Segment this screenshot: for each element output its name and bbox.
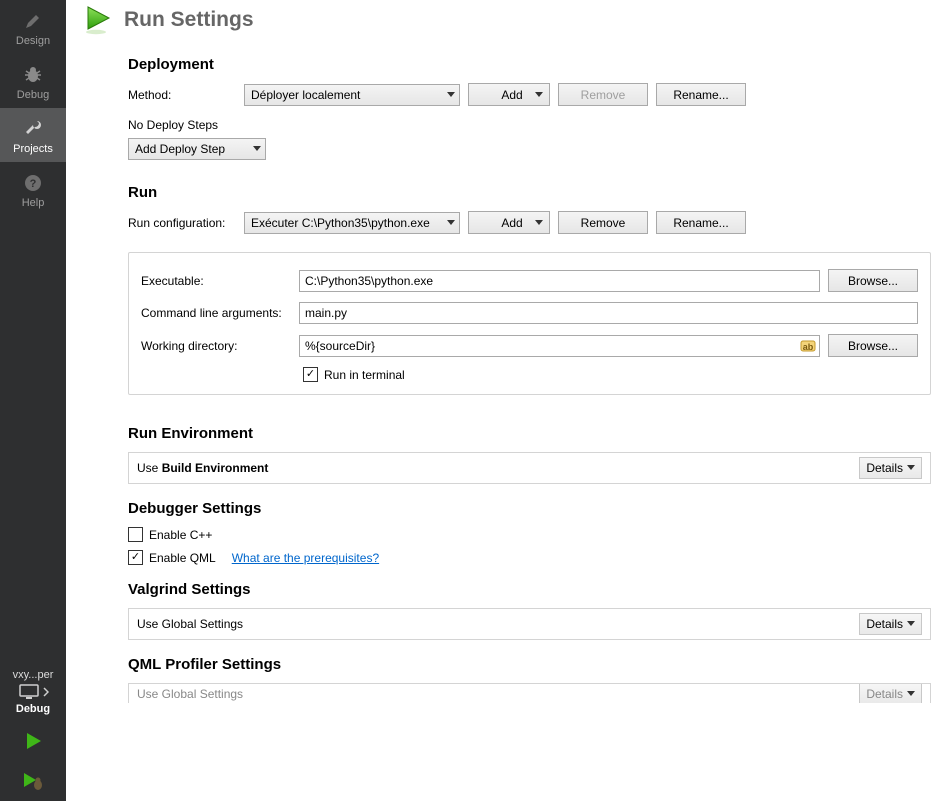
run-section: Run Run configuration: Exécuter C:\Pytho… [128, 184, 931, 395]
run-env-label: Use Build Environment [137, 461, 859, 475]
section-title-valgrind: Valgrind Settings [128, 581, 931, 598]
section-title-run-env: Run Environment [128, 425, 931, 442]
select-value: Exécuter C:\Python35\python.exe [251, 216, 430, 230]
no-deploy-steps-label: No Deploy Steps [128, 118, 931, 132]
run-env-bar: Use Build Environment Details [128, 452, 931, 484]
valgrind-section: Valgrind Settings Use Global Settings De… [128, 581, 931, 640]
debug-run-button[interactable] [0, 761, 66, 801]
browse-executable-button[interactable]: Browse... [828, 269, 918, 292]
sidebar-label: Projects [13, 143, 53, 155]
sidebar-item-debug[interactable]: Debug [0, 54, 66, 108]
prerequisites-link[interactable]: What are the prerequisites? [232, 551, 379, 565]
chevron-down-icon [447, 220, 455, 226]
section-title-deployment: Deployment [128, 56, 931, 73]
wrench-icon [21, 117, 45, 141]
valgrind-value: Use Global Settings [137, 617, 859, 631]
valgrind-details-button[interactable]: Details [859, 613, 922, 635]
section-title-debugger: Debugger Settings [128, 500, 931, 517]
sidebar-item-projects[interactable]: Projects [0, 108, 66, 162]
bug-icon [21, 63, 45, 87]
enable-cpp-label: Enable C++ [149, 528, 212, 542]
run-remove-button[interactable]: Remove [558, 211, 648, 234]
run-terminal-checkbox[interactable]: ✓ [303, 367, 318, 382]
qmlprof-details-button[interactable]: Details [859, 683, 922, 703]
add-deploy-step-button[interactable]: Add Deploy Step [128, 138, 266, 160]
run-panel: Executable: Browse... Command line argum… [128, 252, 931, 395]
play-icon [21, 729, 45, 753]
chevron-down-icon [907, 621, 915, 627]
variable-icon[interactable]: ab [800, 338, 816, 354]
select-value: Déployer localement [251, 88, 360, 102]
sidebar-item-design[interactable]: Design [0, 0, 66, 54]
enable-qml-label: Enable QML [149, 551, 216, 565]
svg-text:ab: ab [803, 342, 814, 352]
chevron-down-icon [907, 465, 915, 471]
deployment-rename-button[interactable]: Rename... [656, 83, 746, 106]
qmlprof-value: Use Global Settings [137, 687, 859, 701]
run-config-select[interactable]: Exécuter C:\Python35\python.exe [244, 212, 460, 234]
run-environment-section: Run Environment Use Build Environment De… [128, 425, 931, 484]
chevron-down-icon [535, 92, 543, 98]
section-title-qmlprof: QML Profiler Settings [128, 656, 931, 673]
working-dir-input[interactable] [299, 335, 820, 357]
chevron-right-icon [43, 687, 49, 697]
deployment-section: Deployment Method: Déployer localement A… [128, 56, 931, 160]
main-content: Run Settings Deployment Method: Déployer… [66, 0, 941, 801]
debugger-section: Debugger Settings Enable C++ ✓ Enable QM… [128, 500, 931, 565]
run-config-label: Run configuration: [128, 216, 236, 230]
help-icon: ? [21, 171, 45, 195]
monitor-icon [18, 683, 40, 701]
run-rename-button[interactable]: Rename... [656, 211, 746, 234]
qmlprof-bar: Use Global Settings Details [128, 683, 931, 703]
deployment-add-button[interactable]: Add [468, 83, 550, 106]
chevron-down-icon [907, 691, 915, 697]
browse-wd-button[interactable]: Browse... [828, 334, 918, 357]
deployment-method-select[interactable]: Déployer localement [244, 84, 460, 106]
deployment-remove-button[interactable]: Remove [558, 83, 648, 106]
run-play-icon [82, 4, 114, 36]
run-button[interactable] [0, 721, 66, 761]
enable-qml-checkbox[interactable]: ✓ [128, 550, 143, 565]
run-target-selector[interactable]: vxy...per Debug [0, 663, 66, 721]
chevron-down-icon [447, 92, 455, 98]
executable-input[interactable] [299, 270, 820, 292]
project-name: vxy...per [13, 669, 54, 681]
run-terminal-label: Run in terminal [324, 368, 405, 382]
args-label: Command line arguments: [141, 306, 291, 320]
page-title: Run Settings [124, 8, 254, 32]
valgrind-bar: Use Global Settings Details [128, 608, 931, 640]
sidebar-item-help[interactable]: ? Help [0, 162, 66, 216]
config-name: Debug [16, 703, 50, 715]
section-title-run: Run [128, 184, 931, 201]
args-input[interactable] [299, 302, 918, 324]
svg-text:?: ? [30, 178, 37, 190]
enable-cpp-checkbox[interactable] [128, 527, 143, 542]
sidebar-label: Help [22, 197, 45, 209]
play-bug-icon [20, 769, 46, 793]
left-sidebar: Design Debug Projects ? Help vxy...per D… [0, 0, 66, 801]
chevron-down-icon [253, 146, 261, 152]
wd-label: Working directory: [141, 339, 291, 353]
page-header: Run Settings [82, 0, 931, 40]
pencil-icon [21, 9, 45, 33]
qml-profiler-section: QML Profiler Settings Use Global Setting… [128, 656, 931, 703]
run-env-details-button[interactable]: Details [859, 457, 922, 479]
method-label: Method: [128, 88, 236, 102]
run-add-button[interactable]: Add [468, 211, 550, 234]
executable-label: Executable: [141, 274, 291, 288]
sidebar-label: Debug [17, 89, 49, 101]
sidebar-label: Design [16, 35, 50, 47]
chevron-down-icon [535, 220, 543, 226]
